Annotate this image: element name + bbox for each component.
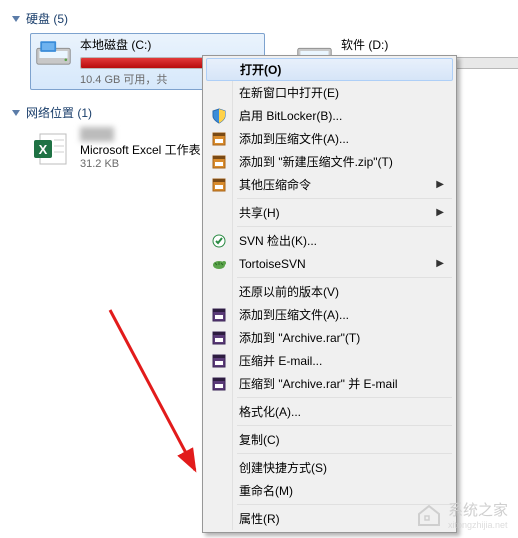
drive-d-name: 软件 (D:) bbox=[341, 36, 518, 53]
file-name-obscured: ████ bbox=[80, 127, 160, 141]
watermark-url: xitongzhijia.net bbox=[448, 520, 508, 530]
menu-item-label: 添加到压缩文件(A)... bbox=[239, 306, 349, 323]
file-size: 31.2 KB bbox=[80, 158, 201, 170]
rar-icon bbox=[209, 152, 229, 172]
menu-item-label: 添加到压缩文件(A)... bbox=[239, 130, 349, 147]
collapse-icon bbox=[12, 110, 20, 116]
menu-item-label: 格式化(A)... bbox=[239, 403, 301, 420]
drive-icon bbox=[35, 36, 72, 74]
menu-item-label: SVN 检出(K)... bbox=[239, 232, 317, 249]
menu-item[interactable]: 打开(O) bbox=[206, 58, 453, 81]
menu-item-label: 在新窗口中打开(E) bbox=[239, 84, 339, 101]
menu-item-label: 启用 BitLocker(B)... bbox=[239, 107, 342, 124]
watermark-logo-icon bbox=[416, 502, 442, 528]
menu-item-label: 压缩到 "Archive.rar" 并 E-mail bbox=[239, 375, 398, 392]
watermark-text: 系统之家 bbox=[448, 499, 508, 520]
group-network-label: 网络位置 (1) bbox=[26, 104, 92, 121]
menu-item-label: 重命名(M) bbox=[239, 482, 293, 499]
shield-icon bbox=[209, 106, 229, 126]
collapse-icon bbox=[12, 16, 20, 22]
menu-separator bbox=[237, 226, 452, 227]
menu-item-label: 添加到 "新建压缩文件.zip"(T) bbox=[239, 153, 393, 170]
menu-item[interactable]: 压缩到 "Archive.rar" 并 E-mail bbox=[205, 372, 454, 395]
menu-separator bbox=[237, 453, 452, 454]
svn-icon bbox=[209, 231, 229, 251]
rar2-icon bbox=[209, 305, 229, 325]
rar2-icon bbox=[209, 328, 229, 348]
submenu-arrow-icon: ▶ bbox=[436, 258, 444, 269]
svg-text:X: X bbox=[39, 142, 48, 157]
submenu-arrow-icon: ▶ bbox=[436, 179, 444, 190]
rar2-icon bbox=[209, 374, 229, 394]
group-drives-header[interactable]: 硬盘 (5) bbox=[10, 6, 508, 31]
rar-icon bbox=[209, 129, 229, 149]
menu-item[interactable]: 添加到 "Archive.rar"(T) bbox=[205, 326, 454, 349]
rar-icon bbox=[209, 175, 229, 195]
drive-c-name: 本地磁盘 (C:) bbox=[80, 36, 260, 53]
menu-item-label: 压缩并 E-mail... bbox=[239, 352, 322, 369]
menu-item-label: 属性(R) bbox=[239, 510, 280, 527]
menu-item[interactable]: 添加到压缩文件(A)... bbox=[205, 303, 454, 326]
menu-separator bbox=[237, 198, 452, 199]
menu-item-label: 其他压缩命令 bbox=[239, 176, 311, 193]
menu-separator bbox=[237, 425, 452, 426]
menu-separator bbox=[237, 277, 452, 278]
menu-item[interactable]: TortoiseSVN ▶ bbox=[205, 252, 454, 275]
group-drives-label: 硬盘 (5) bbox=[26, 10, 68, 27]
context-menu: 打开(O) 在新窗口中打开(E) 启用 BitLocker(B)... 添加到压缩文件… bbox=[202, 55, 457, 533]
menu-item-label: 共享(H) bbox=[239, 204, 280, 221]
menu-item-label: 还原以前的版本(V) bbox=[239, 283, 339, 300]
menu-item[interactable]: 格式化(A)... bbox=[205, 400, 454, 423]
menu-item-label: 添加到 "Archive.rar"(T) bbox=[239, 329, 360, 346]
submenu-arrow-icon: ▶ bbox=[436, 207, 444, 218]
menu-item-label: 创建快捷方式(S) bbox=[239, 459, 327, 476]
menu-item[interactable]: 添加到压缩文件(A)... bbox=[205, 127, 454, 150]
menu-item[interactable]: 压缩并 E-mail... bbox=[205, 349, 454, 372]
menu-item[interactable]: 启用 BitLocker(B)... bbox=[205, 104, 454, 127]
menu-item[interactable]: 在新窗口中打开(E) bbox=[205, 81, 454, 104]
menu-item-label: 复制(C) bbox=[239, 431, 280, 448]
menu-separator bbox=[237, 397, 452, 398]
excel-icon: X bbox=[32, 130, 70, 168]
menu-item[interactable]: 添加到 "新建压缩文件.zip"(T) bbox=[205, 150, 454, 173]
file-type-label: Microsoft Excel 工作表 bbox=[80, 141, 201, 158]
watermark: 系统之家 xitongzhijia.net bbox=[416, 499, 508, 530]
menu-item[interactable]: 复制(C) bbox=[205, 428, 454, 451]
menu-item-label: 打开(O) bbox=[240, 61, 281, 78]
menu-item[interactable]: 其他压缩命令 ▶ bbox=[205, 173, 454, 196]
rar2-icon bbox=[209, 351, 229, 371]
menu-item-label: TortoiseSVN bbox=[239, 257, 306, 271]
menu-item[interactable]: SVN 检出(K)... bbox=[205, 229, 454, 252]
menu-item[interactable]: 还原以前的版本(V) bbox=[205, 280, 454, 303]
tortoise-icon bbox=[209, 254, 229, 274]
menu-item[interactable]: 创建快捷方式(S) bbox=[205, 456, 454, 479]
menu-item[interactable]: 共享(H) ▶ bbox=[205, 201, 454, 224]
